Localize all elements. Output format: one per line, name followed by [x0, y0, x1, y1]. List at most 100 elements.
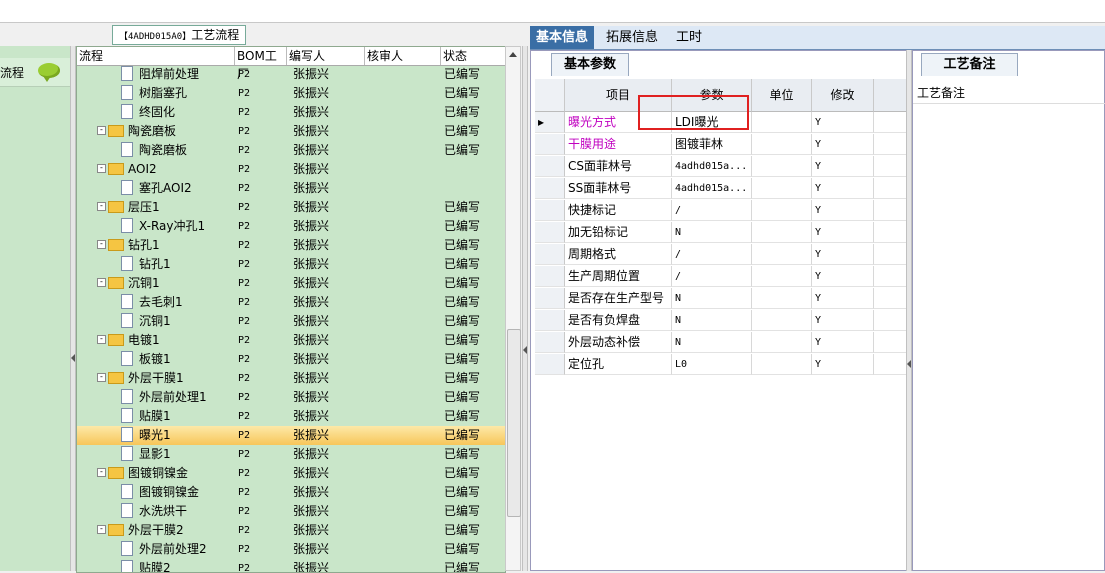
tree-node[interactable]: - 电镀1	[97, 331, 160, 350]
param-value[interactable]: 4adhd015a...	[672, 178, 752, 199]
param-unit[interactable]	[752, 266, 812, 287]
collapse-node-icon[interactable]: -	[97, 278, 106, 287]
param-unit[interactable]	[752, 354, 812, 375]
tree-node[interactable]: 塞孔AOI2	[121, 179, 192, 198]
tree-row[interactable]: - 图镀铜镍金 P2 张振兴 已编写	[77, 464, 505, 483]
param-modify[interactable]: Y	[812, 244, 874, 265]
param-value[interactable]: L0	[672, 354, 752, 375]
tree-node[interactable]: 终固化	[121, 103, 175, 122]
param-modify[interactable]: Y	[812, 112, 874, 133]
tree-row[interactable]: - 层压1 P2 张振兴 已编写	[77, 198, 505, 217]
param-value[interactable]: N	[672, 332, 752, 353]
process-tree-grid[interactable]: 流程 BOM工厂 编写人 核审人 状态 阻焊前处理 P2 张振兴 已编写 树脂塞孔 P2 张…	[76, 46, 506, 573]
tree-node[interactable]: 沉铜1	[121, 312, 171, 331]
tree-row[interactable]: 图镀铜镍金 P2 张振兴 已编写	[77, 483, 505, 502]
tree-row[interactable]: 贴膜1 P2 张振兴 已编写	[77, 407, 505, 426]
middle-splitter[interactable]	[522, 46, 528, 571]
param-value[interactable]: N	[672, 222, 752, 243]
param-value[interactable]: /	[672, 200, 752, 221]
param-item[interactable]: CS面菲林号	[565, 156, 672, 177]
tree-node[interactable]: - AOI2	[97, 160, 157, 179]
param-modify[interactable]: Y	[812, 310, 874, 331]
tab-work-hours[interactable]: 工时	[670, 26, 708, 49]
tree-row[interactable]: 外层前处理2 P2 张振兴 已编写	[77, 540, 505, 559]
collapse-node-icon[interactable]: -	[97, 240, 106, 249]
param-unit[interactable]	[752, 112, 812, 133]
param-item[interactable]: 干膜用途	[565, 134, 672, 155]
param-unit[interactable]	[752, 134, 812, 155]
tree-node[interactable]: 外层前处理2	[121, 540, 207, 559]
tree-row[interactable]: 去毛刺1 P2 张振兴 已编写	[77, 293, 505, 312]
param-modify[interactable]: Y	[812, 200, 874, 221]
collapse-node-icon[interactable]: -	[97, 126, 106, 135]
comment-bubble-icon[interactable]	[38, 63, 60, 82]
param-unit[interactable]	[752, 178, 812, 199]
tree-row[interactable]: 钻孔1 P2 张振兴 已编写	[77, 255, 505, 274]
col-header-writer[interactable]: 编写人	[287, 47, 365, 65]
param-modify[interactable]: Y	[812, 354, 874, 375]
tree-node[interactable]: 显影1	[121, 445, 171, 464]
param-value[interactable]: N	[672, 288, 752, 309]
param-item[interactable]: 生产周期位置	[565, 266, 672, 287]
param-modify[interactable]: Y	[812, 222, 874, 243]
param-unit[interactable]	[752, 200, 812, 221]
tree-node[interactable]: 钻孔1	[121, 255, 171, 274]
col-header-reviewer[interactable]: 核审人	[365, 47, 441, 65]
param-value[interactable]: 4adhd015a...	[672, 156, 752, 177]
tree-row[interactable]: 阻焊前处理 P2 张振兴 已编写	[77, 65, 505, 84]
param-item[interactable]: 是否存在生产型号	[565, 288, 672, 309]
tree-row[interactable]: 显影1 P2 张振兴 已编写	[77, 445, 505, 464]
param-col-unit[interactable]: 单位	[752, 79, 812, 112]
tree-node[interactable]: - 钻孔1	[97, 236, 160, 255]
tree-node[interactable]: - 外层干膜2	[97, 521, 184, 540]
collapse-middle-icon[interactable]	[523, 346, 527, 354]
tree-row[interactable]: - 陶瓷磨板 P2 张振兴 已编写	[77, 122, 505, 141]
collapse-node-icon[interactable]: -	[97, 373, 106, 382]
tree-node[interactable]: 陶瓷磨板	[121, 141, 187, 160]
tree-row[interactable]: 水洗烘干 P2 张振兴 已编写	[77, 502, 505, 521]
tree-node[interactable]: - 陶瓷磨板	[97, 122, 176, 141]
subtab-basic-params[interactable]: 基本参数	[551, 53, 629, 76]
subtab-process-remark[interactable]: 工艺备注	[921, 53, 1018, 76]
tree-node[interactable]: 阻焊前处理	[121, 65, 199, 84]
param-unit[interactable]	[752, 156, 812, 177]
param-modify[interactable]: Y	[812, 288, 874, 309]
param-modify[interactable]: Y	[812, 134, 874, 155]
left-panel-header[interactable]: 流程	[0, 58, 70, 87]
param-unit[interactable]	[752, 288, 812, 309]
tree-node[interactable]: 图镀铜镍金	[121, 483, 199, 502]
param-modify[interactable]: Y	[812, 266, 874, 287]
scroll-thumb[interactable]	[507, 329, 521, 517]
tree-row[interactable]: X-Ray冲孔1 P2 张振兴 已编写	[77, 217, 505, 236]
collapse-node-icon[interactable]: -	[97, 164, 106, 173]
param-modify[interactable]: Y	[812, 178, 874, 199]
param-item[interactable]: 外层动态补偿	[565, 332, 672, 353]
tree-node[interactable]: - 层压1	[97, 198, 160, 217]
tree-node[interactable]: 贴膜1	[121, 407, 171, 426]
tree-node[interactable]: 板镀1	[121, 350, 171, 369]
param-item[interactable]: 是否有负焊盘	[565, 310, 672, 331]
tree-node[interactable]: 外层前处理1	[121, 388, 207, 407]
collapse-node-icon[interactable]: -	[97, 468, 106, 477]
param-unit[interactable]	[752, 244, 812, 265]
tree-row[interactable]: 终固化 P2 张振兴 已编写	[77, 103, 505, 122]
param-item[interactable]: 快捷标记	[565, 200, 672, 221]
param-modify[interactable]: Y	[812, 156, 874, 177]
param-value[interactable]: /	[672, 266, 752, 287]
param-item[interactable]: 加无铅标记	[565, 222, 672, 243]
param-value[interactable]: N	[672, 310, 752, 331]
param-item[interactable]: 周期格式	[565, 244, 672, 265]
tab-extended-info[interactable]: 拓展信息	[600, 26, 664, 49]
param-item[interactable]: 定位孔	[565, 354, 672, 375]
param-unit[interactable]	[752, 310, 812, 331]
tree-node[interactable]: 树脂塞孔	[121, 84, 187, 103]
tree-row[interactable]: - 外层干膜1 P2 张振兴 已编写	[77, 369, 505, 388]
tree-node[interactable]: 水洗烘干	[121, 502, 187, 521]
param-value[interactable]: 图镀菲林	[672, 134, 752, 155]
tree-row[interactable]: 树脂塞孔 P2 张振兴 已编写	[77, 84, 505, 103]
tree-row[interactable]: 曝光1 P2 张振兴 已编写	[77, 426, 505, 445]
tree-node[interactable]: X-Ray冲孔1	[121, 217, 205, 236]
tree-row[interactable]: - 钻孔1 P2 张振兴 已编写	[77, 236, 505, 255]
tree-node[interactable]: - 外层干膜1	[97, 369, 184, 388]
tree-row[interactable]: 板镀1 P2 张振兴 已编写	[77, 350, 505, 369]
